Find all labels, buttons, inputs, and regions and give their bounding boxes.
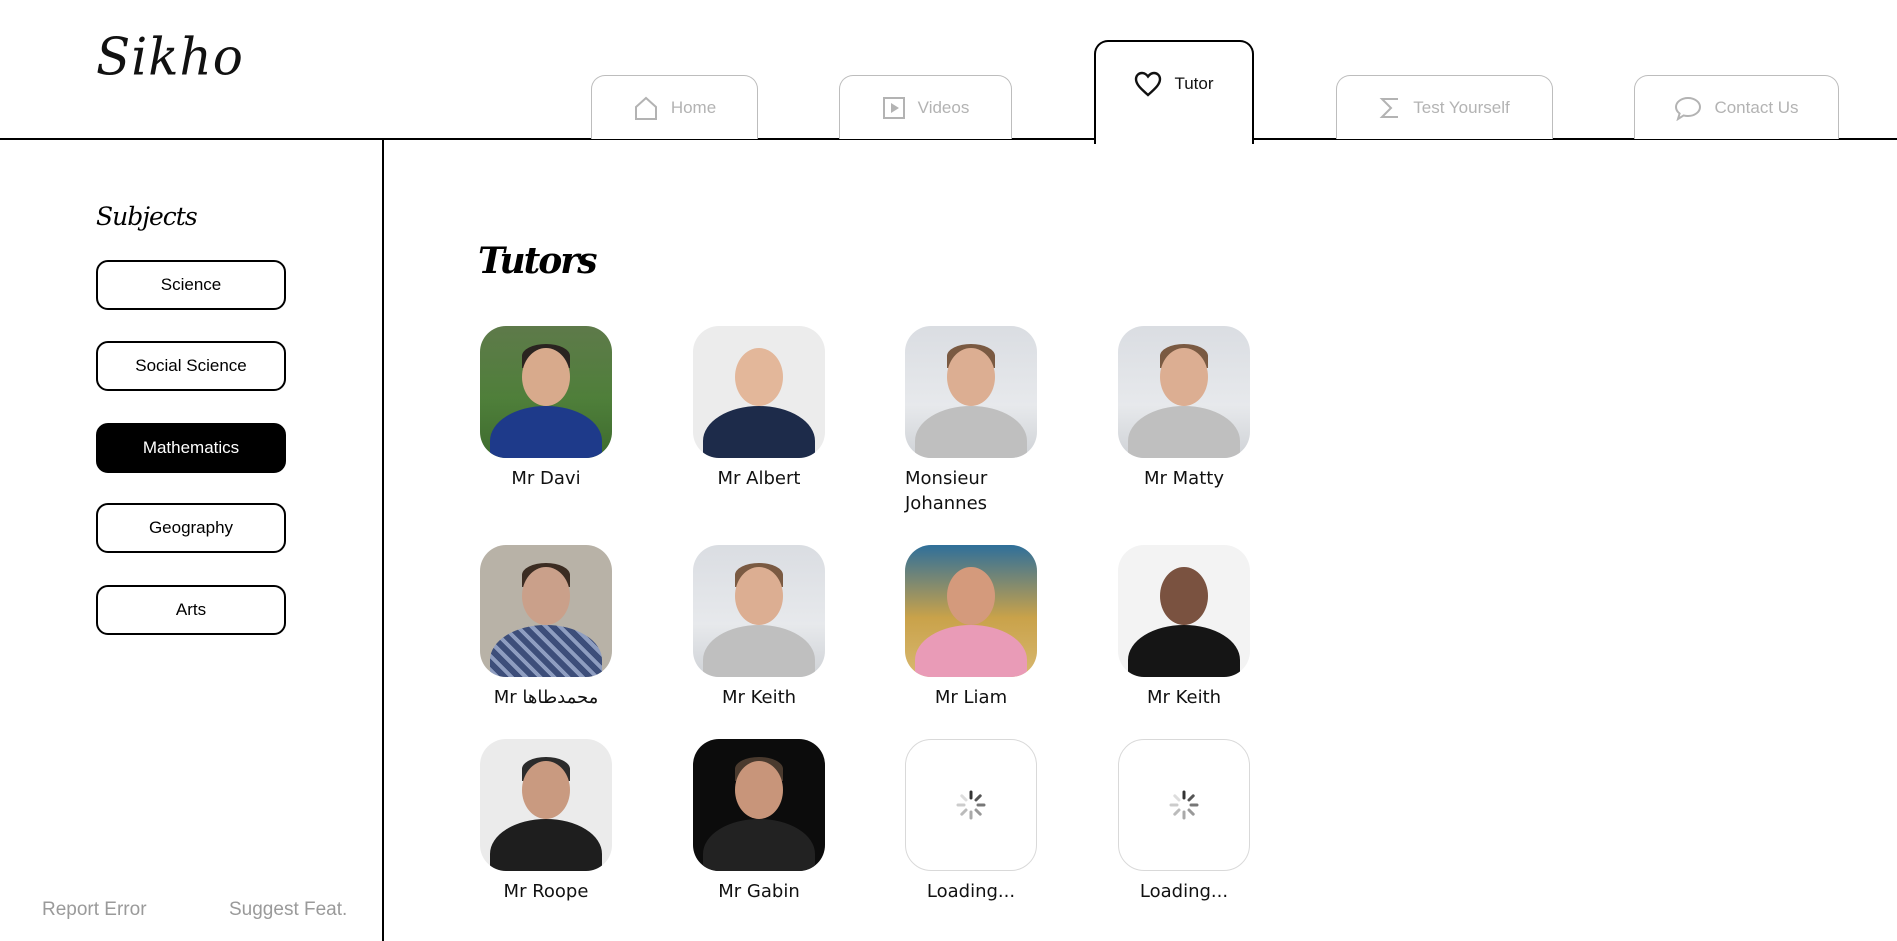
tutor-avatar: [693, 326, 825, 458]
chat-bubble-icon: [1675, 96, 1702, 121]
tutor-name: Mr محمدطاها: [493, 687, 599, 708]
home-icon: [634, 96, 657, 120]
tutor-card-loading: Loading...: [905, 739, 1037, 904]
tutor-avatar: [480, 545, 612, 677]
loading-placeholder: [905, 739, 1037, 871]
tab-contact-us-label: Contact Us: [1714, 97, 1799, 117]
video-play-icon: [882, 96, 905, 119]
tab-contact-us[interactable]: Contact Us: [1634, 75, 1839, 139]
tab-tutor[interactable]: Tutor: [1094, 40, 1254, 147]
tutor-avatar: [693, 545, 825, 677]
subject-science-button[interactable]: Science: [96, 260, 286, 310]
tab-tutor-label: Tutor: [1174, 74, 1214, 93]
tutor-card[interactable]: Mr Keith: [1118, 545, 1250, 710]
tutor-avatar: [1118, 545, 1250, 677]
tutor-name: Mr Keith: [1146, 687, 1222, 708]
page-title: Tutors: [478, 240, 598, 282]
tutor-avatar: [1118, 326, 1250, 458]
subject-geography-button[interactable]: Geography: [96, 503, 286, 553]
tutor-card[interactable]: Mr Davi: [480, 326, 612, 491]
subjects-heading: Subjects: [96, 202, 198, 231]
tab-test-yourself[interactable]: Test Yourself: [1336, 75, 1553, 139]
tutor-name: Mr Keith: [721, 687, 797, 708]
loading-label: Loading...: [1139, 881, 1229, 902]
tutor-card[interactable]: Mr Liam: [905, 545, 1037, 710]
tutor-avatar: [905, 326, 1037, 458]
spinner-icon: [956, 790, 986, 820]
tutor-name: Mr Roope: [503, 881, 589, 902]
tutor-card[interactable]: Mr Keith: [693, 545, 825, 710]
tab-home-label: Home: [670, 97, 717, 117]
suggest-feature-link[interactable]: Suggest Feat.: [229, 899, 347, 921]
tutor-name: Mr Gabin: [718, 881, 800, 902]
tab-test-yourself-label: Test Yourself: [1413, 97, 1510, 117]
tutor-card[interactable]: Mr Matty: [1118, 326, 1250, 491]
subject-mathematics-button[interactable]: Mathematics: [96, 423, 286, 473]
subject-social-science-button[interactable]: Social Science: [96, 341, 286, 391]
tutor-avatar: [905, 545, 1037, 677]
heart-icon: [1135, 71, 1162, 97]
sigma-icon: [1379, 97, 1399, 118]
sidebar-divider: [382, 139, 384, 941]
tutor-card[interactable]: Monsieur Johannes: [905, 326, 1037, 516]
tutor-avatar: [480, 326, 612, 458]
tab-home[interactable]: Home: [591, 75, 758, 139]
tutor-name: Monsieur Johannes: [905, 468, 988, 514]
tutor-avatar: [693, 739, 825, 871]
loading-label: Loading...: [926, 881, 1016, 902]
tutor-card[interactable]: Mr Gabin: [693, 739, 825, 904]
tab-videos-label: Videos: [917, 97, 970, 117]
tutor-card-loading: Loading...: [1118, 739, 1250, 904]
tutor-name: Mr Matty: [1144, 468, 1224, 489]
report-error-link[interactable]: Report Error: [42, 899, 147, 921]
tutor-card[interactable]: Mr Albert: [693, 326, 825, 491]
tutor-card[interactable]: Mr محمدطاها: [480, 545, 612, 710]
subject-arts-button[interactable]: Arts: [96, 585, 286, 635]
tutor-avatar: [480, 739, 612, 871]
tutor-name: Mr Liam: [934, 687, 1008, 708]
tutor-card[interactable]: Mr Roope: [480, 739, 612, 904]
spinner-icon: [1169, 790, 1199, 820]
tutor-name: Mr Davi: [511, 468, 581, 489]
logo[interactable]: Sikho: [96, 27, 244, 86]
tutor-name: Mr Albert: [717, 468, 801, 489]
tab-videos[interactable]: Videos: [839, 75, 1012, 139]
loading-placeholder: [1118, 739, 1250, 871]
